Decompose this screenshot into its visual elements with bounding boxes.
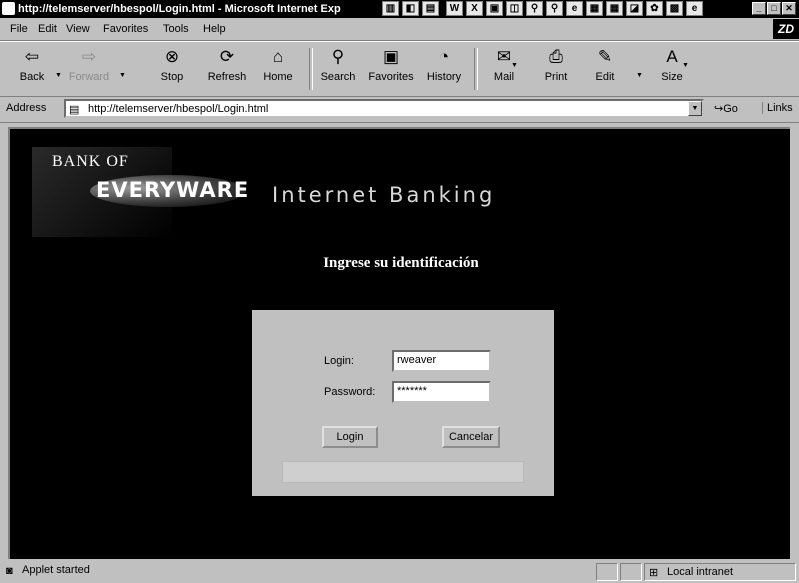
title-bar: http://telemserver/hbespol/Login.html - … (0, 0, 799, 18)
refresh-button[interactable]: ⟳ Refresh (200, 46, 254, 92)
toolbar-separator (474, 48, 478, 90)
page-content: BANK OF EVERYWARE Internet Banking Ingre… (8, 127, 790, 559)
favorites-button[interactable]: ▣ Favorites (364, 46, 418, 92)
stop-button[interactable]: ⊗ Stop (150, 46, 194, 92)
home-button[interactable]: ⌂ Home (256, 46, 300, 92)
toolbar-separator (309, 48, 313, 90)
address-dropdown-icon[interactable]: ▼ (688, 101, 702, 116)
quicklaunch-9-icon[interactable]: ⚲ (546, 1, 563, 16)
address-label: Address (6, 102, 47, 114)
zone-panel: ⊞ Local intranet (644, 563, 796, 581)
stop-icon: ⊗ (164, 47, 180, 66)
menu-view[interactable]: View (66, 23, 90, 35)
password-label: Password: (324, 386, 376, 398)
menu-tools[interactable]: Tools (163, 23, 189, 35)
mail-button[interactable]: ✉ Mail (488, 46, 520, 92)
quicklaunch-7-icon[interactable]: ◫ (506, 1, 523, 16)
search-button[interactable]: ⚲ Search (316, 46, 360, 92)
window-title: http://telemserver/hbespol/Login.html - … (18, 3, 341, 15)
cancel-button[interactable]: Cancelar (442, 426, 500, 448)
size-icon: A (666, 47, 678, 66)
applet-status-area (282, 461, 524, 483)
quicklaunch-15-icon[interactable]: ▩ (666, 1, 683, 16)
address-input[interactable]: ▤ http://telemserver/hbespol/Login.html … (64, 99, 704, 118)
page-icon: ▤ (69, 104, 80, 116)
edit-icon: ✎ (597, 47, 613, 66)
menu-bar: File Edit View Favorites Tools Help ZD (0, 18, 799, 41)
close-button[interactable]: ✕ (782, 2, 796, 15)
menu-file[interactable]: File (10, 23, 28, 35)
mail-dropdown-icon[interactable]: ▼ (511, 62, 518, 69)
print-button[interactable]: ⎙ Print (538, 46, 574, 92)
quicklaunch-11-icon[interactable]: ▦ (586, 1, 603, 16)
home-icon: ⌂ (272, 47, 284, 66)
size-dropdown-icon[interactable]: ▼ (682, 62, 689, 69)
menu-edit[interactable]: Edit (38, 23, 57, 35)
quicklaunch-10-icon[interactable]: e (566, 1, 583, 16)
right-arrow-icon: ⇨ (81, 47, 97, 66)
product-title: Internet Banking (272, 183, 496, 207)
minimize-button[interactable]: _ (752, 2, 766, 15)
logo-bank-of: BANK OF (52, 153, 129, 170)
quicklaunch-3-icon[interactable]: ▤ (422, 1, 439, 16)
history-icon: ◔ (438, 47, 450, 66)
go-button[interactable]: ↪Go (714, 102, 738, 115)
maximize-button[interactable]: □ (767, 2, 781, 15)
login-label: Login: (324, 355, 354, 367)
favorites-icon: ▣ (382, 47, 400, 66)
left-arrow-icon: ⇦ (24, 47, 40, 66)
edit-dropdown-icon[interactable]: ▼ (636, 72, 643, 79)
zone-text: Local intranet (667, 566, 734, 578)
edit-button[interactable]: ✎ Edit (590, 46, 620, 92)
quicklaunch-2-icon[interactable]: ◧ (402, 1, 419, 16)
go-arrow-icon: ↪ (714, 103, 724, 115)
status-panel (596, 563, 618, 581)
menu-help[interactable]: Help (203, 23, 226, 35)
links-button[interactable]: Links (762, 102, 793, 114)
ie-status-icon: ◙ (6, 565, 13, 577)
menu-favorites[interactable]: Favorites (103, 23, 148, 35)
login-input[interactable]: rweaver (392, 350, 491, 372)
size-button[interactable]: A Size (654, 46, 690, 92)
zd-logo: ZD (773, 19, 799, 39)
login-button[interactable]: Login (322, 426, 378, 448)
toolbar: ⇦ Back ▼ ⇨ Forward ▼ ⊗ Stop ⟳ Refresh ⌂ … (0, 41, 799, 97)
refresh-icon: ⟳ (219, 47, 235, 66)
status-bar: ◙ Applet started ⊞ Local intranet (0, 561, 799, 583)
print-icon: ⎙ (549, 47, 563, 66)
quicklaunch-6-icon[interactable]: ▣ (486, 1, 503, 16)
quicklaunch-12-icon[interactable]: ▦ (606, 1, 623, 16)
quicklaunch-13-icon[interactable]: ◪ (626, 1, 643, 16)
back-dropdown-icon[interactable]: ▼ (55, 72, 62, 79)
status-panel (620, 563, 642, 581)
intranet-icon: ⊞ (649, 567, 659, 579)
quicklaunch-8-icon[interactable]: ⚲ (526, 1, 543, 16)
forward-button[interactable]: ⇨ Forward (62, 46, 116, 92)
status-text: Applet started (22, 564, 90, 576)
address-bar: Address ▤ http://telemserver/hbespol/Log… (0, 96, 799, 123)
quicklaunch-4-icon[interactable]: W (446, 1, 463, 16)
history-button[interactable]: ◔ History (420, 46, 468, 92)
quicklaunch-14-icon[interactable]: ✿ (646, 1, 663, 16)
quicklaunch-16-icon[interactable]: e (686, 1, 703, 16)
password-input[interactable]: ******* (392, 381, 491, 403)
logo-everyware: EVERYWARE (96, 178, 250, 202)
quicklaunch-5-icon[interactable]: X (466, 1, 483, 16)
quicklaunch-1-icon[interactable]: ▥ (382, 1, 399, 16)
ie-page-icon (2, 2, 15, 15)
address-url[interactable]: http://telemserver/hbespol/Login.html (88, 103, 268, 115)
search-icon: ⚲ (331, 47, 345, 66)
back-button[interactable]: ⇦ Back (14, 46, 50, 92)
forward-dropdown-icon[interactable]: ▼ (119, 72, 126, 79)
page-heading: Ingrese su identificación (323, 255, 479, 271)
login-panel: Login: rweaver Password: ******* Login C… (252, 310, 554, 496)
